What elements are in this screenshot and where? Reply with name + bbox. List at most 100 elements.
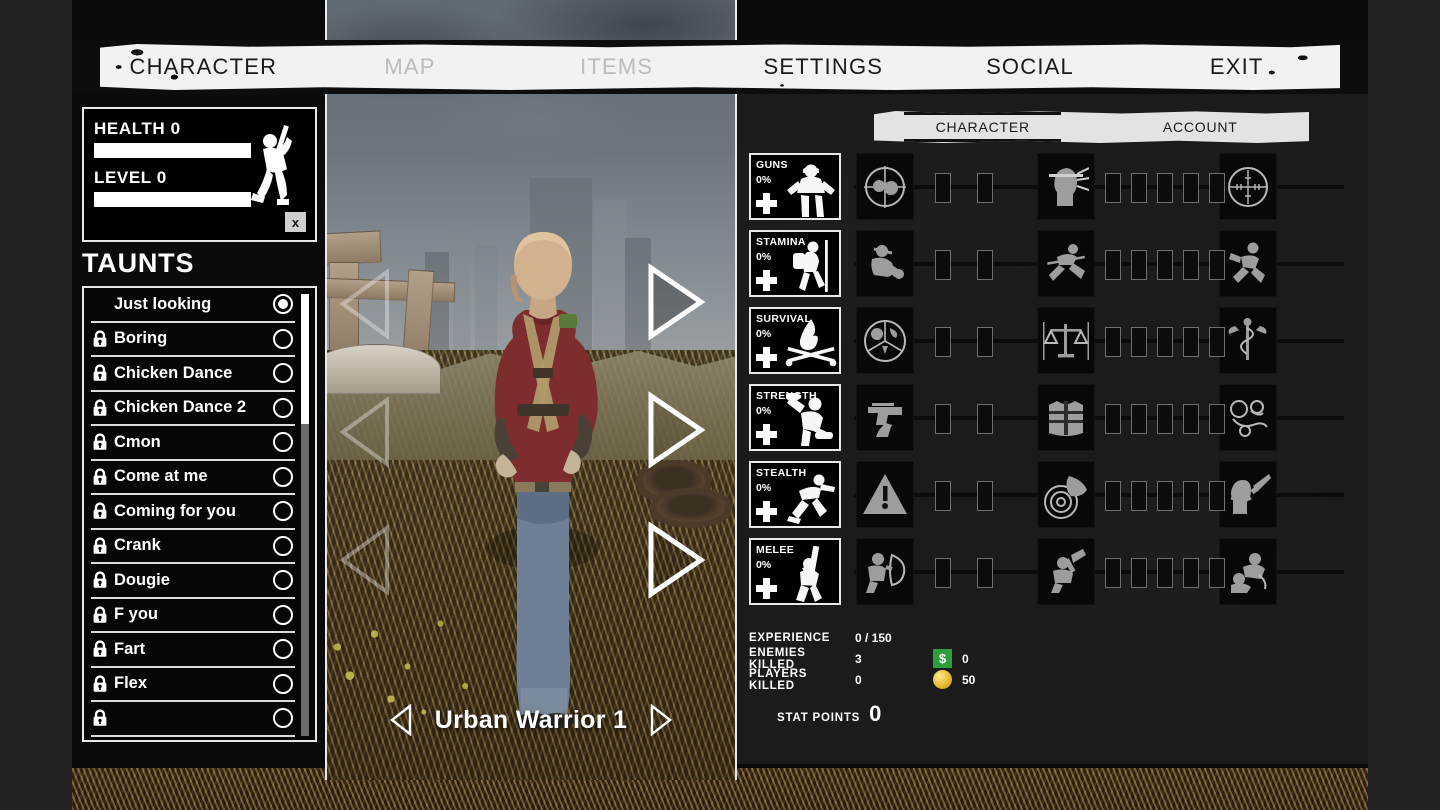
skill-slot[interactable] (935, 404, 951, 434)
skill-node[interactable] (1037, 153, 1095, 220)
skill-node[interactable] (1219, 538, 1277, 605)
taunt-row[interactable]: Chicken Dance (91, 357, 295, 392)
taunt-radio[interactable] (273, 294, 293, 315)
tab-character[interactable]: CHARACTER (874, 111, 1092, 143)
taunt-radio[interactable] (273, 535, 293, 556)
skill-slot[interactable] (1105, 173, 1121, 203)
skill-slot[interactable] (1105, 481, 1121, 511)
skill-node[interactable] (1037, 461, 1095, 528)
skill-slot[interactable] (1105, 558, 1121, 588)
skill-node[interactable] (856, 538, 914, 605)
skill-slot[interactable] (935, 558, 951, 588)
skill-slot[interactable] (1183, 481, 1199, 511)
skill-slot[interactable] (1209, 327, 1225, 357)
rotate-left-bottom-arrow[interactable] (337, 524, 393, 596)
skill-slot[interactable] (1105, 250, 1121, 280)
skill-slot[interactable] (1209, 404, 1225, 434)
taunt-radio[interactable] (273, 673, 293, 694)
taunt-radio[interactable] (273, 604, 293, 625)
skill-header[interactable]: GUNS 0% (749, 153, 841, 220)
skill-slot[interactable] (1183, 404, 1199, 434)
nav-item-settings[interactable]: SETTINGS (720, 54, 927, 80)
taunt-radio[interactable] (273, 501, 293, 522)
skill-slot[interactable] (1105, 327, 1121, 357)
skill-slot[interactable] (1131, 558, 1147, 588)
skill-slot[interactable] (1157, 558, 1173, 588)
skill-increase-button[interactable] (756, 270, 777, 291)
taunt-radio[interactable] (273, 397, 293, 418)
nav-item-exit[interactable]: EXIT (1133, 54, 1340, 80)
rotate-left-top-arrow[interactable] (337, 268, 393, 340)
skill-slot[interactable] (1157, 173, 1173, 203)
taunt-row[interactable]: Crank (91, 530, 295, 564)
skill-header[interactable]: MELEE 0% (749, 538, 841, 605)
skill-slot[interactable] (1209, 481, 1225, 511)
skill-node[interactable] (856, 461, 914, 528)
taunts-scrollbar[interactable] (301, 294, 309, 736)
skill-increase-button[interactable] (756, 424, 777, 445)
skill-slot[interactable] (977, 173, 993, 203)
skill-slot[interactable] (935, 481, 951, 511)
skill-header[interactable]: STEALTH 0% (749, 461, 841, 528)
skill-node[interactable] (856, 230, 914, 297)
skill-node[interactable] (856, 153, 914, 220)
taunt-row[interactable]: Cmon (91, 426, 295, 461)
character-preview[interactable]: Urban Warrior 1 (325, 0, 737, 780)
skill-slot[interactable] (1105, 404, 1121, 434)
nav-item-items[interactable]: ITEMS (513, 54, 720, 80)
skill-slot[interactable] (935, 173, 951, 203)
skill-slot[interactable] (1131, 327, 1147, 357)
skill-node[interactable] (856, 307, 914, 374)
taunts-scrollbar-thumb[interactable] (301, 294, 309, 424)
play-button[interactable]: PLAY (1225, 686, 1368, 732)
rotate-right-mid-arrow[interactable] (643, 390, 707, 470)
skill-slot[interactable] (977, 327, 993, 357)
nav-item-character[interactable]: CHARACTER (100, 54, 307, 80)
skill-slot[interactable] (1131, 404, 1147, 434)
skill-slot[interactable] (1183, 173, 1199, 203)
skill-increase-button[interactable] (756, 193, 777, 214)
taunt-row[interactable]: Flex (91, 668, 295, 702)
skill-increase-button[interactable] (756, 578, 777, 599)
taunt-row[interactable]: Fart (91, 633, 295, 668)
skill-node[interactable] (856, 384, 914, 451)
skill-slot[interactable] (1157, 404, 1173, 434)
skill-slot[interactable] (1209, 173, 1225, 203)
taunts-list-box[interactable]: Just looking Boring Chicken Dance Chicken D… (82, 286, 317, 742)
skill-node[interactable] (1219, 230, 1277, 297)
skill-slot[interactable] (977, 558, 993, 588)
taunt-radio[interactable] (273, 708, 293, 729)
skill-slot[interactable] (977, 250, 993, 280)
chevron-left-icon[interactable] (389, 704, 413, 736)
skill-header[interactable]: STRENGTH0% (749, 384, 841, 451)
skill-slot[interactable] (1157, 327, 1173, 357)
rotate-right-top-arrow[interactable] (643, 262, 707, 342)
taunt-radio[interactable] (273, 432, 293, 453)
skill-slot[interactable] (935, 327, 951, 357)
skill-slot[interactable] (1183, 250, 1199, 280)
taunt-radio[interactable] (273, 639, 293, 660)
close-button[interactable]: x (285, 212, 306, 232)
skill-increase-button[interactable] (756, 347, 777, 368)
skill-slot[interactable] (1157, 481, 1173, 511)
nav-item-map[interactable]: MAP (307, 54, 514, 80)
taunt-row[interactable]: Come at me (91, 461, 295, 495)
skill-node[interactable] (1037, 307, 1095, 374)
skill-slot[interactable] (1183, 327, 1199, 357)
skill-slot[interactable] (1131, 173, 1147, 203)
skill-header[interactable]: SURVIVAL 0% (749, 307, 841, 374)
skill-slot[interactable] (977, 404, 993, 434)
skill-slot[interactable] (1209, 558, 1225, 588)
taunt-row[interactable]: Dougie (91, 564, 295, 599)
taunt-row[interactable]: Chicken Dance 2 (91, 392, 295, 426)
skill-header[interactable]: STAMINA 0% (749, 230, 841, 297)
skill-slot[interactable] (977, 481, 993, 511)
nav-item-social[interactable]: SOCIAL (927, 54, 1134, 80)
skill-slot[interactable] (1157, 250, 1173, 280)
rotate-right-bottom-arrow[interactable] (643, 520, 707, 600)
rotate-left-mid-arrow[interactable] (337, 396, 393, 468)
taunt-radio[interactable] (273, 363, 293, 384)
taunt-radio[interactable] (273, 570, 293, 591)
taunt-radio[interactable] (273, 466, 293, 487)
skill-node[interactable] (1037, 230, 1095, 297)
